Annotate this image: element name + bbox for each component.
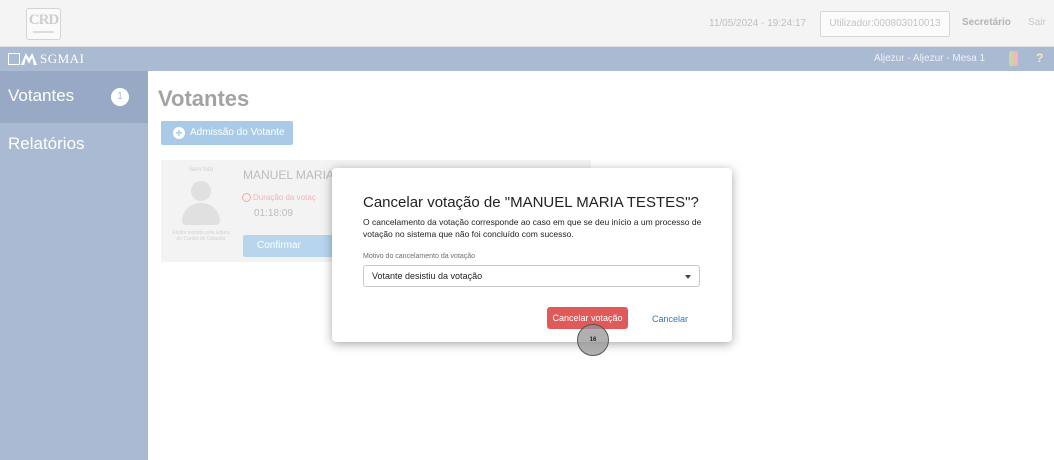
- sidebar-item-label: Votantes: [8, 86, 75, 105]
- admit-voter-button[interactable]: + Admissão do Votante: [161, 121, 293, 145]
- logo-underline: [33, 31, 54, 33]
- logo-text: CRD: [28, 12, 60, 28]
- caret-down-icon: [685, 275, 691, 279]
- reason-select-value: Votante desistiu da votação: [372, 271, 483, 281]
- sidebar: Votantes 1 Relatórios: [0, 71, 148, 460]
- cancel-vote-dialog: Cancelar votação de "MANUEL MARIA TESTES…: [332, 168, 732, 342]
- brand-name: SGMAI: [40, 51, 85, 66]
- elapsed-time: 01:18:09: [254, 208, 293, 219]
- flag-icon[interactable]: [1009, 51, 1018, 66]
- voter-name: MANUEL MARIA T: [243, 168, 344, 182]
- dialog-description: O cancelamento da votação corresponde ao…: [363, 217, 702, 239]
- page-title: Votantes: [158, 86, 250, 111]
- clock-icon: [242, 193, 251, 202]
- crd-logo: CRD: [26, 8, 61, 40]
- photo-label: Sem foto: [188, 167, 213, 173]
- reason-label: Motivo do cancelamento da votação: [363, 253, 476, 260]
- top-bar: CRD 11/05/2024 - 19:24:17 Utilizador:000…: [0, 0, 1054, 47]
- polling-location: Aljezur - Aljezur - Mesa 1: [874, 53, 986, 64]
- admit-voter-label: Admissão do Votante: [190, 127, 285, 138]
- click-marker: 16: [577, 324, 609, 356]
- avatar-body: [182, 203, 220, 225]
- user-role: Secretário: [962, 17, 1011, 28]
- avatar-head: [191, 181, 211, 201]
- nav-bar: SGMAI Aljezur - Aljezur - Mesa 1 ?: [0, 47, 1054, 71]
- confirm-vote-button[interactable]: Confirmar votação: [243, 235, 333, 273]
- duration-label: Duração da votaç: [253, 193, 316, 202]
- plus-circle-icon: +: [173, 127, 185, 139]
- dialog-title: Cancelar votação de "MANUEL MARIA TESTES…: [363, 194, 699, 211]
- sgmai-logo[interactable]: SGMAI: [8, 51, 84, 67]
- datetime: 11/05/2024 - 19:24:17: [709, 18, 807, 29]
- sidebar-item-votantes[interactable]: Votantes 1: [0, 71, 148, 123]
- help-icon[interactable]: ?: [1036, 51, 1043, 65]
- sidebar-item-label: Relatórios: [8, 134, 85, 153]
- brand-mark-icon: [21, 53, 37, 65]
- dismiss-dialog-button[interactable]: Cancelar: [652, 314, 688, 324]
- avatar-placeholder-icon: [182, 181, 220, 229]
- photo-note: Eleitor inscrito pela leitura do Cartão …: [172, 230, 230, 242]
- votantes-count-badge: 1: [111, 88, 129, 106]
- reason-select[interactable]: Votante desistiu da votação: [363, 265, 700, 287]
- sidebar-item-relatorios[interactable]: Relatórios: [0, 127, 148, 163]
- user-id-box: Utilizador:000803010013: [820, 11, 950, 37]
- brand-box-icon: [8, 53, 20, 65]
- logout-link[interactable]: Sair: [1028, 17, 1046, 28]
